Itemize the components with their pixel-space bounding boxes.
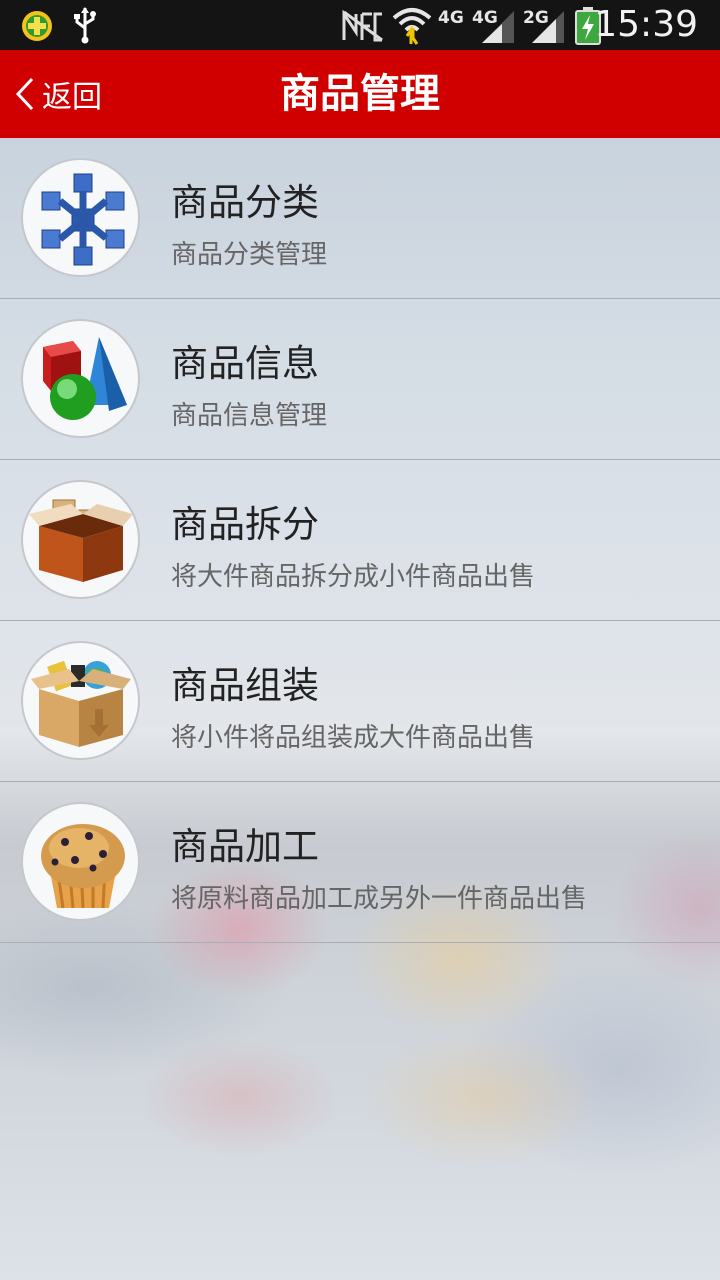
item-title: 商品分类 xyxy=(171,181,319,224)
list-item-assemble[interactable]: 商品组装 将小件将品组装成大件商品出售 xyxy=(0,621,720,782)
wifi-icon xyxy=(392,8,432,45)
item-title: 商品组装 xyxy=(171,664,319,707)
signal-2g-icon xyxy=(532,11,564,43)
package-assemble-icon xyxy=(21,641,140,760)
item-title: 商品加工 xyxy=(171,825,319,868)
structure-cubes-icon xyxy=(21,158,140,277)
open-box-icon xyxy=(21,480,140,599)
shapes-icon xyxy=(21,319,140,438)
item-subtitle: 商品信息管理 xyxy=(171,401,328,431)
app-plus-icon xyxy=(22,11,52,41)
list-item-info[interactable]: 商品信息 商品信息管理 xyxy=(0,299,720,460)
list-item-process[interactable]: 商品加工 将原料商品加工成另外一件商品出售 xyxy=(0,782,720,943)
status-bar: 4G 4G 2G 15:39 xyxy=(0,0,720,50)
nfc-muted-icon xyxy=(342,10,383,42)
back-button[interactable]: 返回 xyxy=(14,50,124,138)
usb-icon xyxy=(74,7,96,44)
header-bar: 返回 商品管理 xyxy=(0,50,720,138)
back-label: 返回 xyxy=(42,80,102,115)
signal-4g-icon xyxy=(482,11,514,43)
status-time: 15:39 xyxy=(594,4,698,45)
network-type-label: 4G xyxy=(438,8,464,28)
muffin-icon xyxy=(21,802,140,921)
item-subtitle: 将原料商品加工成另外一件商品出售 xyxy=(171,884,588,914)
list-item-category[interactable]: 商品分类 商品分类管理 xyxy=(0,138,720,299)
item-subtitle: 商品分类管理 xyxy=(171,240,328,270)
menu-list: 商品分类 商品分类管理 商品信息 商品信息管理 商品拆分 将大件商品拆分成小件商… xyxy=(0,138,720,943)
item-subtitle: 将大件商品拆分成小件商品出售 xyxy=(171,562,536,592)
item-subtitle: 将小件将品组装成大件商品出售 xyxy=(171,723,536,753)
content-area: 商品分类 商品分类管理 商品信息 商品信息管理 商品拆分 将大件商品拆分成小件商… xyxy=(0,138,720,1280)
item-title: 商品信息 xyxy=(171,342,319,385)
item-title: 商品拆分 xyxy=(171,503,319,546)
list-item-split[interactable]: 商品拆分 将大件商品拆分成小件商品出售 xyxy=(0,460,720,621)
chevron-left-icon xyxy=(15,77,34,111)
